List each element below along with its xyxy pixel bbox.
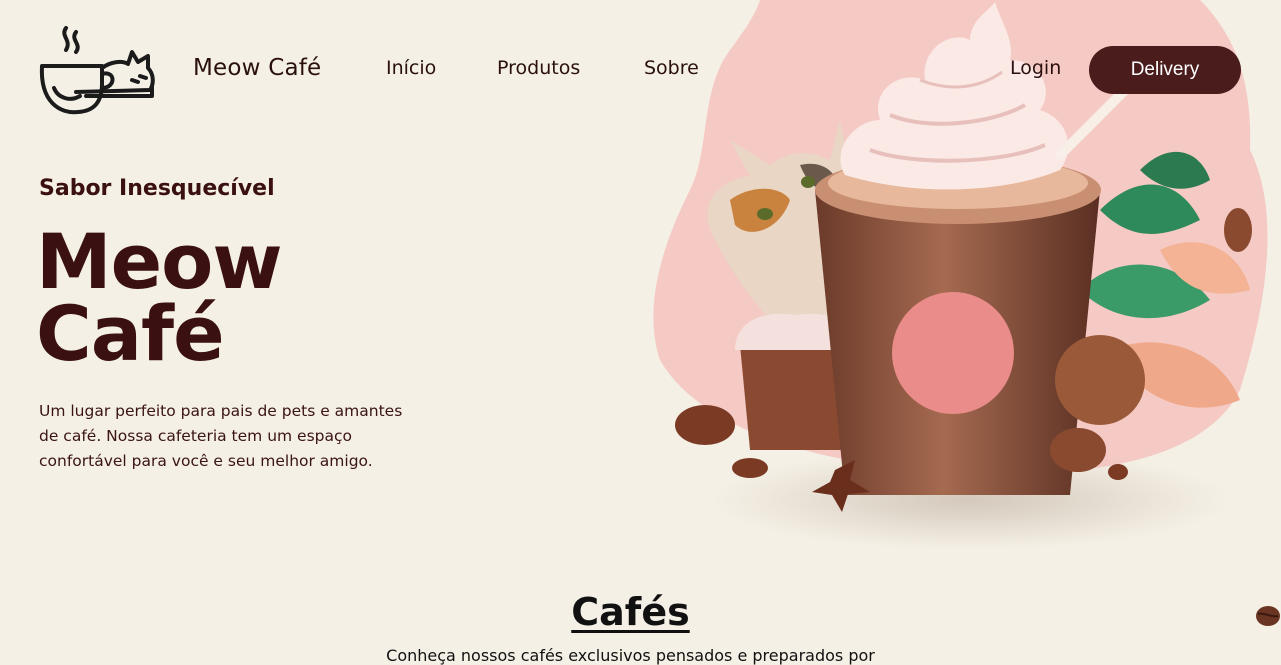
section-subtitle: Conheça nossos cafés exclusivos pensados… bbox=[386, 646, 875, 665]
hero-title: Meow Café bbox=[36, 217, 283, 378]
hero-description: Um lugar perfeito para pais de pets e am… bbox=[39, 402, 403, 470]
hero-eyebrow: Sabor Inesquecível bbox=[39, 176, 275, 201]
hero-title-line2: Café bbox=[36, 289, 225, 378]
coffee-bean-icon bbox=[1256, 606, 1280, 626]
hero-title-line1: Meow bbox=[36, 217, 283, 306]
brand-name[interactable]: Meow Café bbox=[193, 55, 321, 81]
section-title: Cafés bbox=[571, 590, 690, 634]
cat-coffee-cup-logo-icon[interactable] bbox=[36, 22, 158, 118]
nav-link-produtos[interactable]: Produtos bbox=[497, 57, 580, 79]
nav-link-inicio[interactable]: Início bbox=[386, 57, 436, 79]
delivery-button[interactable]: Delivery bbox=[1089, 46, 1241, 94]
login-link[interactable]: Login bbox=[1010, 57, 1061, 79]
